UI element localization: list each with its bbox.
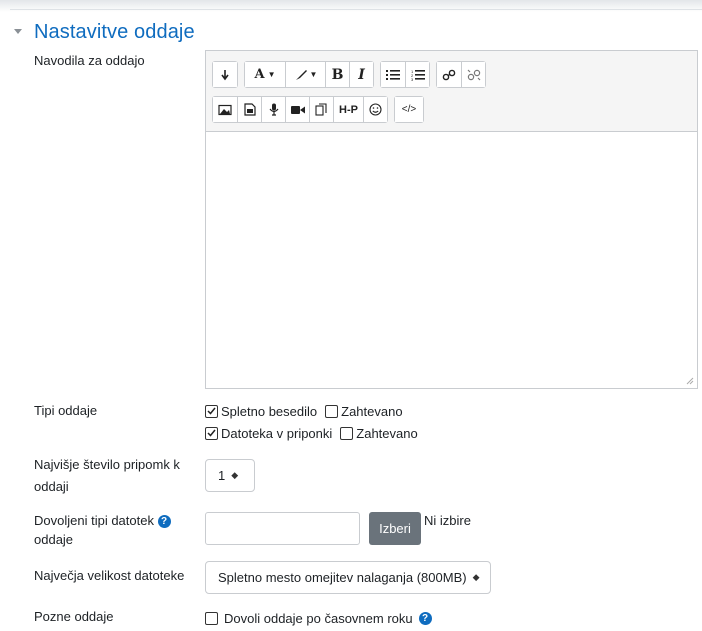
microphone-icon[interactable] [261,97,285,122]
manage-files-icon[interactable] [309,97,333,122]
allow-late-label[interactable]: Dovoli oddaje po časovnem roku [224,611,413,626]
max-files-select[interactable]: 1 ◆ [205,459,255,492]
file-submission-checkbox[interactable] [205,426,218,440]
font-size-button[interactable]: A ▼ [245,62,285,87]
submission-types-row1: Spletno besedilo Zahtevano [205,402,403,420]
bold-button[interactable]: B [325,62,349,87]
section-header[interactable]: Nastavitve oddaje [12,18,195,46]
allowed-types-input[interactable] [205,512,360,545]
image-icon[interactable] [213,97,237,122]
video-camera-icon[interactable] [285,97,309,122]
file-required-checkbox[interactable] [340,426,354,440]
file-required-label[interactable]: Zahtevano [356,426,417,441]
online-text-required-label[interactable]: Zahtevano [341,404,402,419]
editor-toolbar-row2: H-P </> [212,96,424,123]
sort-arrows-icon: ◆ [472,572,480,582]
italic-button[interactable]: I [349,62,373,87]
help-icon[interactable]: ? [418,611,432,625]
max-size-label: Največja velikost datoteke [34,568,185,583]
submission-types-label: Tipi oddaje [34,403,98,418]
max-files-value: 1 [218,468,226,483]
online-text-required-checkbox[interactable] [325,404,339,418]
late-submissions-row: Dovoli oddaje po časovnem roku ? [205,609,432,627]
media-icon[interactable] [237,97,261,122]
collapse-toolbar-button[interactable] [213,62,237,87]
choose-button[interactable]: Izberi [369,512,421,545]
section-title[interactable]: Nastavitve oddaje [34,21,195,44]
allowed-types-label-line2: oddaje [34,532,74,547]
allow-late-checkbox[interactable] [205,611,218,625]
late-submissions-label: Pozne oddaje [34,609,114,624]
max-size-value: Spletno mesto omejitev nalaganja (800MB) [218,570,467,585]
online-text-label[interactable]: Spletno besedilo [221,404,317,419]
unordered-list-button[interactable] [381,62,405,87]
emoji-icon[interactable] [363,97,387,122]
svg-text:3: 3 [411,77,414,81]
ordered-list-button[interactable]: 123 [405,62,429,87]
h5p-icon[interactable]: H-P [333,97,363,122]
resize-handle-icon[interactable] [686,377,694,385]
max-files-label-line1: Najvišje število pripomk k [34,457,180,472]
max-size-select[interactable]: Spletno mesto omejitev nalaganja (800MB)… [205,561,491,594]
online-text-checkbox[interactable] [205,404,218,418]
editor-content-area[interactable] [206,131,697,388]
page-top-divider [0,0,702,12]
text-color-button[interactable]: ▼ [285,62,325,87]
sort-arrows-icon: ◆ [231,470,239,480]
help-icon[interactable]: ? [157,515,171,529]
chevron-down-icon[interactable] [12,26,24,38]
link-icon[interactable] [437,62,461,87]
allowed-types-status: Ni izbire [424,513,471,528]
submission-types-row2: Datoteka v priponki Zahtevano [205,424,418,442]
editor-toolbar-row1: A ▼ ▼ B I 123 [212,61,486,88]
instructions-label: Navodila za oddajo [34,53,145,68]
file-submission-label[interactable]: Datoteka v priponki [221,426,332,441]
unlink-icon[interactable] [461,62,485,87]
instructions-editor[interactable]: A ▼ ▼ B I 123 H-P </> [205,50,698,389]
html-code-icon[interactable]: </> [395,97,423,122]
max-files-label-line2: oddaji [34,479,69,494]
